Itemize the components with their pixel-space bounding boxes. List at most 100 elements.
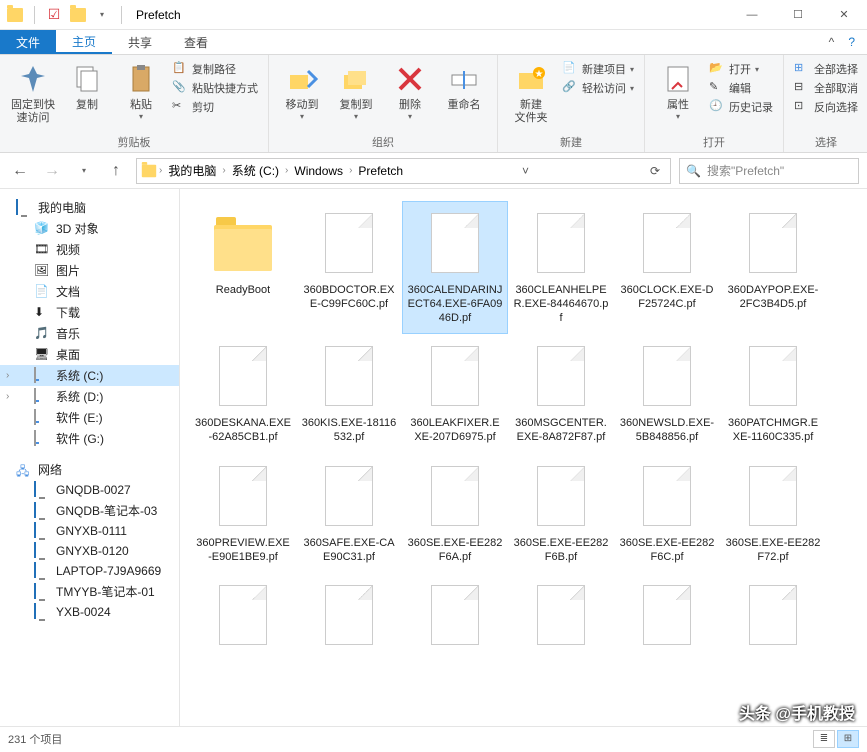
file-item[interactable]: 360PATCHMGR.EXE-1160C335.pf [720,334,826,454]
paste-button[interactable]: 粘贴▾ [114,59,168,126]
file-item[interactable] [508,573,614,665]
tree-drive[interactable]: 软件 (G:) [0,428,179,449]
paste-shortcut-button[interactable]: 📎粘贴快捷方式 [172,80,258,96]
tree-item[interactable]: 📄文档 [0,281,179,302]
tree-network-node[interactable]: TMYYB-笔记本-01 [0,581,179,602]
chevron-right-icon[interactable]: › [349,165,352,176]
file-item[interactable]: 360DAYPOP.EXE-2FC3B4D5.pf [720,201,826,334]
refresh-button[interactable]: ⟳ [644,164,666,178]
chevron-right-icon[interactable]: › [222,165,225,176]
file-item[interactable]: 360SE.EXE-EE282F6B.pf [508,454,614,574]
invert-selection-button[interactable]: ⊡反向选择 [794,99,858,115]
copy-to-button[interactable]: 复制到▾ [329,59,383,126]
tree-network-node[interactable]: GNQDB-笔记本-03 [0,500,179,521]
history-button[interactable]: 🕘历史记录 [709,99,773,115]
file-item[interactable] [402,573,508,665]
tree-item[interactable]: 🎵音乐 [0,323,179,344]
tree-network[interactable]: 🖧网络 [0,459,179,480]
move-to-button[interactable]: 移动到▾ [275,59,329,126]
file-item[interactable]: 360CLEANHELPER.EXE-84464670.pf [508,201,614,334]
crumb[interactable]: Windows [290,164,347,178]
tree-network-node[interactable]: GNQDB-0027 [0,480,179,500]
file-icon [425,341,485,411]
file-item[interactable]: 360SE.EXE-EE282F6A.pf [402,454,508,574]
properties-button[interactable]: 属性▾ [651,59,705,126]
back-button[interactable]: ← [8,159,32,183]
crumb[interactable]: Prefetch [354,164,407,178]
navigation-pane[interactable]: 我的电脑 🧊3D 对象🎞视频🖼图片📄文档⬇下载🎵音乐🖥桌面 ›系统 (C:)›系… [0,189,180,726]
new-item-button[interactable]: 📄新建项目 ▾ [562,61,634,77]
cut-button[interactable]: ✂剪切 [172,99,258,115]
tree-item[interactable]: 🖥桌面 [0,344,179,365]
up-button[interactable]: ↑ [104,159,128,183]
file-item[interactable]: ReadyBoot [190,201,296,334]
file-item[interactable]: 360SE.EXE-EE282F72.pf [720,454,826,574]
file-item[interactable]: 360DESKANA.EXE-62A85CB1.pf [190,334,296,454]
crumb[interactable]: 系统 (C:) [228,162,283,179]
file-item[interactable]: 360SAFE.EXE-CAE90C31.pf [296,454,402,574]
help-icon[interactable]: ? [848,35,855,49]
tree-network-node[interactable]: GNYXB-0111 [0,521,179,541]
file-item[interactable] [720,573,826,665]
recent-locations[interactable]: ▾ [72,159,96,183]
search-box[interactable]: 🔍 搜索"Prefetch" [679,158,859,184]
tree-mycomputer[interactable]: 我的电脑 [0,197,179,218]
pin-button[interactable]: 固定到快 速访问 [6,59,60,129]
tab-file[interactable]: 文件 [0,30,56,54]
tab-share[interactable]: 共享 [112,30,168,54]
tree-item[interactable]: 🎞视频 [0,239,179,260]
minimize-button[interactable]: — [729,0,775,30]
file-item[interactable]: 360SE.EXE-EE282F6C.pf [614,454,720,574]
tree-network-node[interactable]: LAPTOP-7J9A9669 [0,561,179,581]
qat-folder-icon-2[interactable] [67,4,89,26]
open-button[interactable]: 📂打开 ▾ [709,61,773,77]
file-item[interactable]: 360LEAKFIXER.EXE-207D6975.pf [402,334,508,454]
file-list[interactable]: ReadyBoot 360BDOCTOR.EXE-C99FC60C.pf 360… [180,189,867,726]
history-dropdown[interactable]: ˅ [516,164,535,178]
file-item[interactable]: 360MSGCENTER.EXE-8A872F87.pf [508,334,614,454]
icons-view-button[interactable]: ⊞ [837,730,859,748]
file-item[interactable]: 360CALENDARINJECT64.EXE-6FA0946D.pf [402,201,508,334]
tree-item[interactable]: 🖼图片 [0,260,179,281]
tree-network-node[interactable]: GNYXB-0120 [0,541,179,561]
new-folder-button[interactable]: ★ 新建 文件夹 [504,59,558,129]
file-item[interactable]: 360PREVIEW.EXE-E90E1BE9.pf [190,454,296,574]
tree-item[interactable]: ⬇下载 [0,302,179,323]
close-button[interactable]: ✕ [821,0,867,30]
easy-access-button[interactable]: 🔗轻松访问 ▾ [562,80,634,96]
chevron-right-icon[interactable]: › [285,165,288,176]
qat-dropdown[interactable]: ▾ [91,4,113,26]
file-item[interactable]: 360CLOCK.EXE-DF25724C.pf [614,201,720,334]
rename-button[interactable]: 重命名 [437,59,491,116]
delete-button[interactable]: 删除▾ [383,59,437,126]
breadcrumb-box[interactable]: › 我的电脑 › 系统 (C:) › Windows › Prefetch ˅ … [136,158,671,184]
file-icon [637,208,697,278]
file-item[interactable]: 360KIS.EXE-18116532.pf [296,334,402,454]
forward-button[interactable]: → [40,159,64,183]
tree-drive[interactable]: ›系统 (D:) [0,386,179,407]
tree-drive[interactable]: 软件 (E:) [0,407,179,428]
copy-button[interactable]: 复制 [60,59,114,116]
file-item[interactable]: 360BDOCTOR.EXE-C99FC60C.pf [296,201,402,334]
select-all-button[interactable]: ⊞全部选择 [794,61,858,77]
maximize-button[interactable]: ☐ [775,0,821,30]
file-icon [531,461,591,531]
file-item[interactable] [190,573,296,665]
tab-view[interactable]: 查看 [168,30,224,54]
copy-path-button[interactable]: 📋复制路径 [172,61,258,77]
file-item[interactable] [296,573,402,665]
tree-drive[interactable]: ›系统 (C:) [0,365,179,386]
crumb[interactable]: 我的电脑 [164,162,220,179]
select-none-button[interactable]: ⊟全部取消 [794,80,858,96]
collapse-ribbon-icon[interactable]: ^ [829,35,835,49]
qat-folder-icon[interactable] [4,4,26,26]
file-item[interactable]: 360NEWSLD.EXE-5B848856.pf [614,334,720,454]
chevron-right-icon[interactable]: › [159,165,162,176]
tree-network-node[interactable]: YXB-0024 [0,602,179,622]
qat-check-icon[interactable]: ☑ [43,4,65,26]
details-view-button[interactable]: ≣ [813,730,835,748]
tab-home[interactable]: 主页 [56,30,112,54]
edit-button[interactable]: ✎编辑 [709,80,773,96]
tree-item[interactable]: 🧊3D 对象 [0,218,179,239]
file-item[interactable] [614,573,720,665]
